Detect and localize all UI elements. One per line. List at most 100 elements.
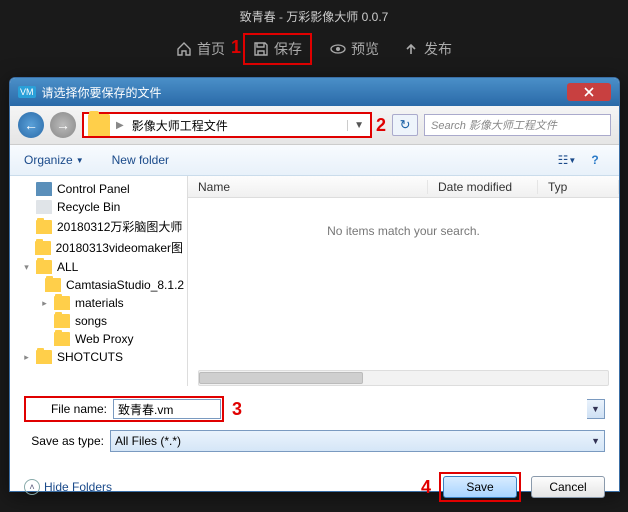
save-dialog: VM 请选择你要保存的文件 ← → ▶ 影像大师工程文件 ▼ 2 ↻ Searc… (9, 77, 620, 492)
save-label: 保存 (274, 39, 302, 59)
tree-item-label: songs (75, 314, 107, 328)
tree-item[interactable]: ▾ ALL (10, 258, 187, 276)
save-type-select[interactable]: All Files (*.*) ▼ (110, 430, 605, 452)
dialog-titlebar: VM 请选择你要保存的文件 (10, 78, 619, 106)
breadcrumb-dropdown[interactable]: ▼ (347, 120, 370, 131)
save-icon (253, 41, 269, 57)
help-icon: ? (591, 153, 598, 167)
dialog-title-text: 请选择你要保存的文件 (42, 84, 162, 101)
close-icon (583, 87, 595, 97)
body-area: Control Panel Recycle Bin 20180312万彩脑图大师 20… (10, 176, 619, 386)
back-button[interactable]: ← (18, 112, 44, 138)
breadcrumb-text: 影像大师工程文件 (126, 117, 234, 134)
chevron-right-icon: ▶ (114, 120, 126, 131)
chevron-down-icon: ▼ (591, 436, 600, 446)
folder-icon (88, 114, 110, 136)
hide-folders-label: Hide Folders (44, 480, 112, 494)
publish-button[interactable]: 发布 (397, 33, 458, 65)
tree-item[interactable]: Control Panel (10, 180, 187, 198)
tree-item-label: ALL (57, 260, 78, 274)
empty-message: No items match your search. (188, 198, 619, 264)
hide-folders-button[interactable]: ˄ Hide Folders (24, 479, 112, 495)
save-type-label: Save as type: (24, 434, 110, 448)
app-title: 致青春 - 万彩影像大师 0.0.7 (0, 0, 628, 29)
view-icon: ☷ (558, 153, 569, 167)
home-label: 首页 (197, 39, 225, 59)
marker-1: 1 (231, 37, 241, 58)
close-button[interactable] (567, 83, 611, 101)
column-type[interactable]: Typ (538, 180, 619, 194)
forward-button[interactable]: → (50, 112, 76, 138)
marker-2: 2 (376, 115, 386, 136)
cancel-button[interactable]: Cancel (531, 476, 605, 498)
marker-4: 4 (421, 477, 431, 498)
arrow-left-icon: ← (24, 117, 38, 133)
folder-tree[interactable]: Control Panel Recycle Bin 20180312万彩脑图大师 20… (10, 176, 188, 386)
tree-item-label: materials (75, 296, 124, 310)
folder-icon (36, 220, 52, 234)
tree-item[interactable]: 20180312万彩脑图大师 (10, 216, 187, 237)
search-input[interactable]: Search 影像大师工程文件 (424, 114, 611, 136)
tree-item[interactable]: Recycle Bin (10, 198, 187, 216)
save-dialog-button[interactable]: Save (443, 476, 517, 498)
folder-icon (54, 314, 70, 328)
tree-item[interactable]: Web Proxy (10, 330, 187, 348)
tree-caret-icon: ▸ (40, 298, 49, 309)
publish-label: 发布 (424, 39, 452, 59)
home-icon (176, 41, 192, 57)
chevron-up-icon: ˄ (24, 479, 40, 495)
new-folder-button[interactable]: New folder (108, 151, 173, 169)
file-name-dropdown[interactable]: ▼ (587, 399, 605, 419)
folder-icon (35, 241, 51, 255)
tree-item[interactable]: ▸ SHOTCUTS (10, 348, 187, 366)
tree-item[interactable]: 20180313videomaker图 (10, 237, 187, 258)
tree-item-label: 20180313videomaker图 (56, 239, 183, 256)
chevron-down-icon: ▼ (76, 156, 84, 165)
chevron-down-icon: ▼ (568, 156, 576, 165)
app-toolbar: 首页 1 保存 预览 发布 (0, 29, 628, 75)
tree-item-label: Control Panel (57, 182, 130, 196)
tree-item[interactable]: ▸ materials (10, 294, 187, 312)
folder-icon (45, 278, 61, 292)
preview-button[interactable]: 预览 (324, 33, 385, 65)
arrow-right-icon: → (56, 117, 70, 133)
organize-toolbar: Organize ▼ New folder ☷▼ ? (10, 145, 619, 176)
tree-item[interactable]: songs (10, 312, 187, 330)
folder-icon (54, 332, 70, 346)
save-button[interactable]: 保存 (247, 35, 308, 63)
list-header: Name Date modified Typ (188, 176, 619, 198)
column-date[interactable]: Date modified (428, 180, 538, 194)
control-panel-icon (36, 182, 52, 196)
tree-item-label: SHOTCUTS (57, 350, 123, 364)
help-button[interactable]: ? (581, 150, 609, 170)
column-name[interactable]: Name (188, 180, 428, 194)
tree-item-label: CamtasiaStudio_8.1.2 (66, 278, 184, 292)
save-type-value: All Files (*.*) (115, 434, 181, 448)
tree-item-label: Recycle Bin (57, 200, 120, 214)
folder-icon (36, 260, 52, 274)
folder-icon (36, 350, 52, 364)
folder-icon (54, 296, 70, 310)
vm-icon: VM (18, 86, 36, 98)
recycle-bin-icon (36, 200, 52, 214)
tree-item-label: Web Proxy (75, 332, 133, 346)
eye-icon (330, 41, 346, 57)
form-area: File name: 3 ▼ Save as type: All Files (… (10, 386, 619, 466)
file-list: Name Date modified Typ No items match yo… (188, 176, 619, 386)
view-mode-button[interactable]: ☷▼ (553, 150, 581, 170)
scrollbar-thumb[interactable] (199, 372, 363, 384)
tree-item-label: 20180312万彩脑图大师 (57, 218, 182, 235)
refresh-button[interactable]: ↻ (392, 114, 418, 136)
upload-icon (403, 41, 419, 57)
home-button[interactable]: 首页 (170, 33, 231, 65)
breadcrumb[interactable]: ▶ 影像大师工程文件 ▼ (82, 112, 372, 138)
horizontal-scrollbar[interactable] (198, 370, 609, 386)
tree-caret-icon: ▸ (22, 352, 31, 363)
preview-label: 预览 (351, 39, 379, 59)
marker-3: 3 (232, 399, 242, 420)
organize-menu[interactable]: Organize ▼ (20, 151, 88, 169)
file-name-input[interactable] (113, 399, 221, 419)
search-placeholder: Search 影像大师工程文件 (431, 117, 557, 133)
tree-caret-icon: ▾ (22, 262, 31, 273)
tree-item[interactable]: CamtasiaStudio_8.1.2 (10, 276, 187, 294)
